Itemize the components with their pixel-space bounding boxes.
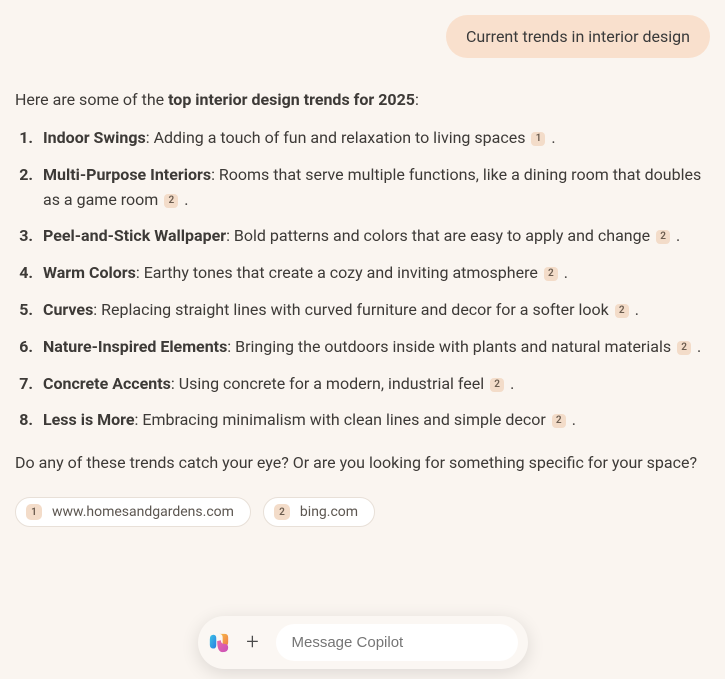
trend-title: Multi-Purpose Interiors — [43, 165, 211, 184]
trend-desc: : Using concrete for a modern, industria… — [171, 374, 484, 393]
source-chip[interactable]: 2 bing.com — [263, 497, 375, 527]
trends-list: Indoor Swings: Adding a touch of fun and… — [15, 126, 710, 433]
trend-title: Warm Colors — [43, 263, 136, 282]
chat-view: Current trends in interior design Here a… — [0, 0, 725, 527]
source-chip[interactable]: 1 www.homesandgardens.com — [15, 497, 251, 527]
trend-item: Concrete Accents: Using concrete for a m… — [37, 372, 710, 397]
source-number: 2 — [274, 504, 290, 520]
source-number: 1 — [26, 504, 42, 520]
trend-title: Curves — [43, 300, 93, 319]
trend-desc: : Bold patterns and colors that are easy… — [226, 226, 650, 245]
trend-title: Nature-Inspired Elements — [43, 337, 227, 356]
trend-desc: : Replacing straight lines with curved f… — [93, 300, 608, 319]
trend-item: Warm Colors: Earthy tones that create a … — [37, 261, 710, 286]
assistant-outro: Do any of these trends catch your eye? O… — [15, 451, 710, 475]
sources-row: 1 www.homesandgardens.com 2 bing.com — [15, 497, 710, 527]
citation-badge[interactable]: 1 — [531, 132, 545, 146]
trend-title: Peel-and-Stick Wallpaper — [43, 226, 226, 245]
assistant-intro: Here are some of the top interior design… — [15, 88, 710, 112]
composer: + — [198, 616, 528, 669]
trend-item: Multi-Purpose Interiors: Rooms that serv… — [37, 163, 710, 213]
citation-badge[interactable]: 2 — [552, 414, 566, 428]
trend-desc: : Adding a touch of fun and relaxation t… — [146, 128, 526, 147]
intro-pre: Here are some of the — [15, 90, 168, 109]
trend-desc: : Bringing the outdoors inside with plan… — [227, 337, 671, 356]
citation-badge[interactable]: 2 — [615, 304, 629, 318]
user-message-bubble: Current trends in interior design — [446, 15, 710, 58]
trend-item: Nature-Inspired Elements: Bringing the o… — [37, 335, 710, 360]
trend-desc: : Embracing minimalism with clean lines … — [135, 410, 546, 429]
trend-item: Less is More: Embracing minimalism with … — [37, 408, 710, 433]
source-label: bing.com — [300, 504, 358, 520]
copilot-logo-icon — [208, 632, 230, 654]
trend-desc: : Earthy tones that create a cozy and in… — [136, 263, 538, 282]
add-button[interactable]: + — [240, 630, 266, 656]
trend-title: Indoor Swings — [43, 128, 146, 147]
trend-item: Indoor Swings: Adding a touch of fun and… — [37, 126, 710, 151]
trend-item: Peel-and-Stick Wallpaper: Bold patterns … — [37, 224, 710, 249]
intro-post: : — [415, 90, 419, 109]
trend-title: Less is More — [43, 410, 135, 429]
citation-badge[interactable]: 2 — [656, 230, 670, 244]
citation-badge[interactable]: 2 — [490, 378, 504, 392]
trend-item: Curves: Replacing straight lines with cu… — [37, 298, 710, 323]
citation-badge[interactable]: 2 — [677, 341, 691, 355]
source-label: www.homesandgardens.com — [52, 504, 234, 520]
user-message-row: Current trends in interior design — [15, 15, 710, 58]
citation-badge[interactable]: 2 — [544, 267, 558, 281]
trend-title: Concrete Accents — [43, 374, 171, 393]
intro-bold: top interior design trends for 2025 — [168, 90, 415, 109]
message-input[interactable] — [276, 624, 518, 661]
composer-area: + — [0, 616, 725, 669]
citation-badge[interactable]: 2 — [164, 194, 178, 208]
